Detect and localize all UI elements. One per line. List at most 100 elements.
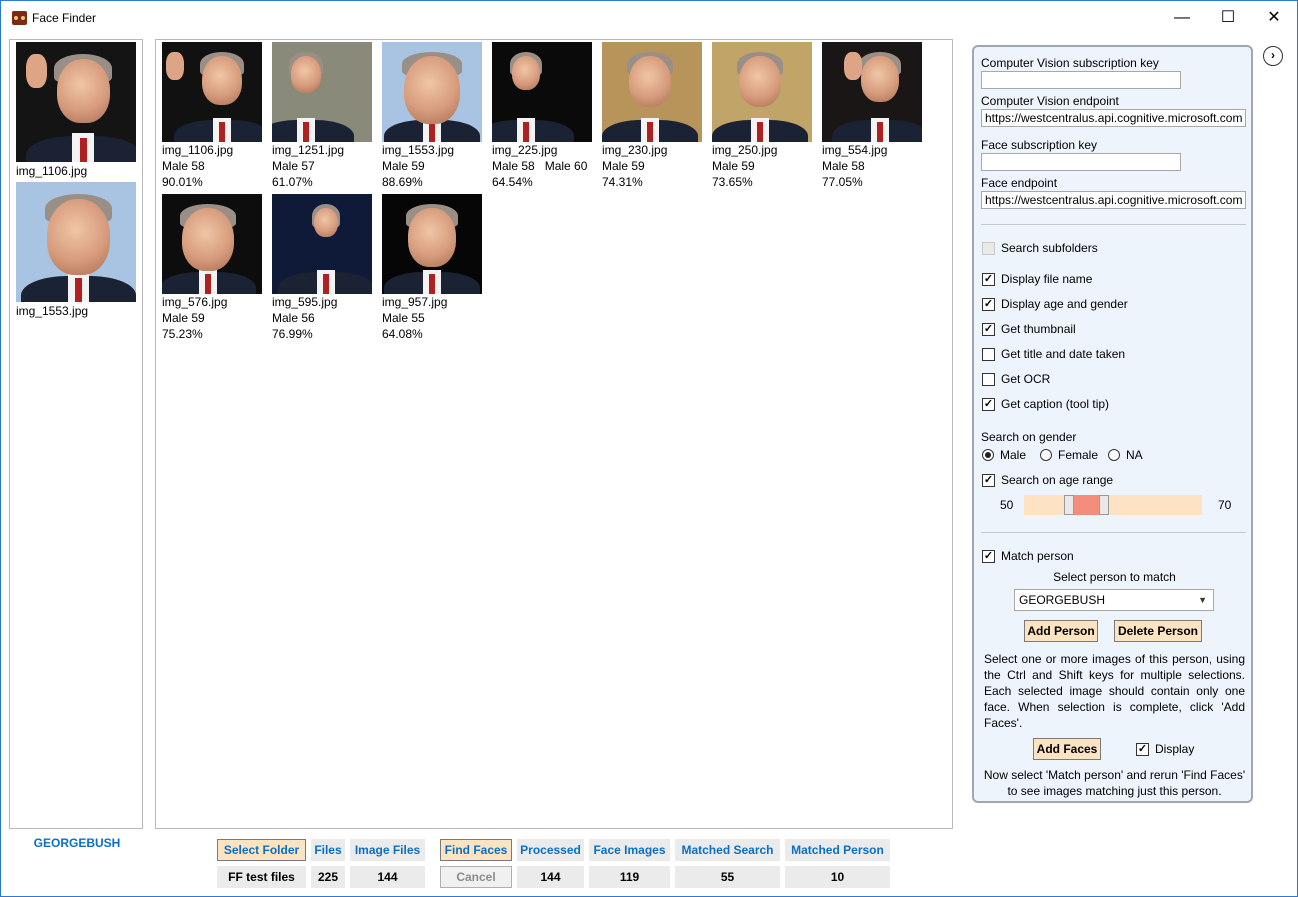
result-tile[interactable]: img_250.jpg Male 59 73.65%: [712, 42, 814, 190]
person-image-item[interactable]: img_1106.jpg: [16, 42, 138, 178]
result-age-gender: Male 59: [602, 159, 645, 173]
results-panel[interactable]: img_1106.jpg Male 58 90.01% img_1251.jpg…: [155, 39, 953, 829]
result-tile[interactable]: img_1106.jpg Male 58 90.01%: [162, 42, 264, 190]
checkbox-box[interactable]: [982, 347, 995, 361]
settings-panel: Computer Vision subscription key Compute…: [972, 45, 1253, 803]
result-tile[interactable]: img_1553.jpg Male 59 88.69%: [382, 42, 484, 190]
result-tile[interactable]: img_1251.jpg Male 57 61.07%: [272, 42, 374, 190]
result-tile[interactable]: img_554.jpg Male 58 77.05%: [822, 42, 924, 190]
cv-endpoint-input[interactable]: https://westcentralus.api.cognitive.micr…: [981, 109, 1246, 127]
result-score: 75.23%: [162, 327, 203, 341]
age-range-slider[interactable]: [1024, 495, 1202, 515]
option-label: Get OCR: [1001, 372, 1051, 386]
checkbox-box[interactable]: ✓: [982, 397, 995, 411]
result-tile[interactable]: img_957.jpg Male 55 64.08%: [382, 194, 484, 342]
option-match-person[interactable]: ✓ Match person: [982, 549, 1074, 563]
result-photo: [822, 42, 922, 142]
result-photo: [272, 42, 372, 142]
checkbox-box[interactable]: ✓: [982, 272, 995, 286]
matched-person-label: Matched Person: [785, 839, 890, 861]
person-photo: [16, 182, 136, 302]
cv-key-label: Computer Vision subscription key: [981, 56, 1159, 70]
find-faces-button[interactable]: Find Faces: [440, 839, 512, 861]
result-photo: [492, 42, 592, 142]
option-label: Display: [1155, 742, 1195, 756]
option-label: Get title and date taken: [1001, 347, 1126, 361]
checkbox-box[interactable]: [982, 372, 995, 386]
age-range-high-thumb[interactable]: [1099, 495, 1110, 515]
result-photo: [272, 194, 372, 294]
gender-na-radio[interactable]: NA: [1108, 448, 1143, 462]
checkbox-box[interactable]: ✓: [982, 322, 995, 336]
option-label: Search subfolders: [1001, 241, 1098, 255]
option-get-caption[interactable]: ✓ Get caption (tool tip): [982, 397, 1109, 411]
radio-circle[interactable]: [982, 449, 994, 461]
chevron-right-circle-icon[interactable]: ›: [1263, 46, 1283, 66]
radio-circle[interactable]: [1040, 449, 1052, 461]
age-max-label: 70: [1218, 498, 1232, 512]
cv-key-input[interactable]: [981, 71, 1181, 89]
result-tile[interactable]: img_595.jpg Male 56 76.99%: [272, 194, 374, 342]
result-file-name: img_1251.jpg: [272, 143, 345, 157]
cv-endpoint-label: Computer Vision endpoint: [981, 94, 1119, 108]
result-file-name: img_225.jpg: [492, 143, 558, 157]
add-person-button[interactable]: Add Person: [1024, 620, 1098, 642]
result-photo: [162, 42, 262, 142]
chevron-down-icon: ▼: [1198, 595, 1207, 605]
option-age-range[interactable]: ✓ Search on age range: [982, 473, 1113, 487]
select-folder-button[interactable]: Select Folder: [217, 839, 306, 861]
radio-label: Male: [1000, 448, 1027, 462]
face-key-label: Face subscription key: [981, 138, 1098, 152]
checkbox-box[interactable]: ✓: [982, 549, 995, 563]
help-text-2: Now select 'Match person' and rerun 'Fin…: [983, 768, 1246, 798]
checkbox-box[interactable]: [982, 241, 995, 255]
radio-circle[interactable]: [1108, 449, 1120, 461]
option-display[interactable]: ✓ Display: [1136, 742, 1194, 756]
age-range-low-thumb[interactable]: [1063, 495, 1074, 515]
title-bar: Face Finder — ☐ ✕: [1, 1, 1297, 35]
option-get-ocr[interactable]: Get OCR: [982, 372, 1050, 386]
checkbox-box[interactable]: ✓: [982, 473, 995, 487]
checkbox-box[interactable]: ✓: [982, 297, 995, 311]
result-tile[interactable]: img_225.jpg Male 58 Male 60 64.54%: [492, 42, 594, 190]
result-tile[interactable]: img_576.jpg Male 59 75.23%: [162, 194, 264, 342]
face-images-label: Face Images: [589, 839, 670, 861]
minimize-button[interactable]: —: [1159, 1, 1205, 35]
result-score: 74.31%: [602, 175, 643, 189]
age-min-label: 50: [1000, 498, 1014, 512]
result-tile[interactable]: img_230.jpg Male 59 74.31%: [602, 42, 704, 190]
result-age-gender: Male 55: [382, 311, 425, 325]
option-label: Display age and gender: [1001, 297, 1128, 311]
face-key-input[interactable]: [981, 153, 1181, 171]
delete-person-button[interactable]: Delete Person: [1114, 620, 1202, 642]
result-file-name: img_230.jpg: [602, 143, 668, 157]
result-age-gender: Male 58: [162, 159, 205, 173]
option-search-subfolders[interactable]: Search subfolders: [982, 241, 1098, 255]
result-photo: [382, 194, 482, 294]
option-display-age-gender[interactable]: ✓ Display age and gender: [982, 297, 1128, 311]
face-endpoint-input[interactable]: https://westcentralus.api.cognitive.micr…: [981, 191, 1246, 209]
window-title: Face Finder: [32, 11, 97, 25]
maximize-button[interactable]: ☐: [1205, 1, 1251, 35]
close-button[interactable]: ✕: [1251, 1, 1297, 35]
face-images-value: 119: [589, 866, 670, 888]
option-display-file-name[interactable]: ✓ Display file name: [982, 272, 1092, 286]
result-score: 64.54%: [492, 175, 533, 189]
option-get-thumbnail[interactable]: ✓ Get thumbnail: [982, 322, 1076, 336]
person-name-label: GEORGEBUSH: [33, 836, 121, 850]
gender-female-radio[interactable]: Female: [1040, 448, 1098, 462]
person-images-panel[interactable]: img_1106.jpg img_1553.jpg: [9, 39, 143, 829]
person-select[interactable]: GEORGEBUSH ▼: [1014, 589, 1214, 611]
result-file-name: img_1106.jpg: [162, 143, 234, 157]
person-image-item[interactable]: img_1553.jpg: [16, 182, 138, 318]
option-label: Search on age range: [1001, 473, 1114, 487]
gender-male-radio[interactable]: Male: [982, 448, 1026, 462]
result-score: 73.65%: [712, 175, 753, 189]
result-age-gender: Male 59: [162, 311, 205, 325]
add-faces-button[interactable]: Add Faces: [1033, 738, 1101, 760]
option-get-title-date[interactable]: Get title and date taken: [982, 347, 1125, 361]
checkbox-box[interactable]: ✓: [1136, 742, 1149, 756]
result-photo: [712, 42, 812, 142]
select-person-label: Select person to match: [1053, 570, 1176, 584]
cancel-button[interactable]: Cancel: [440, 866, 512, 888]
